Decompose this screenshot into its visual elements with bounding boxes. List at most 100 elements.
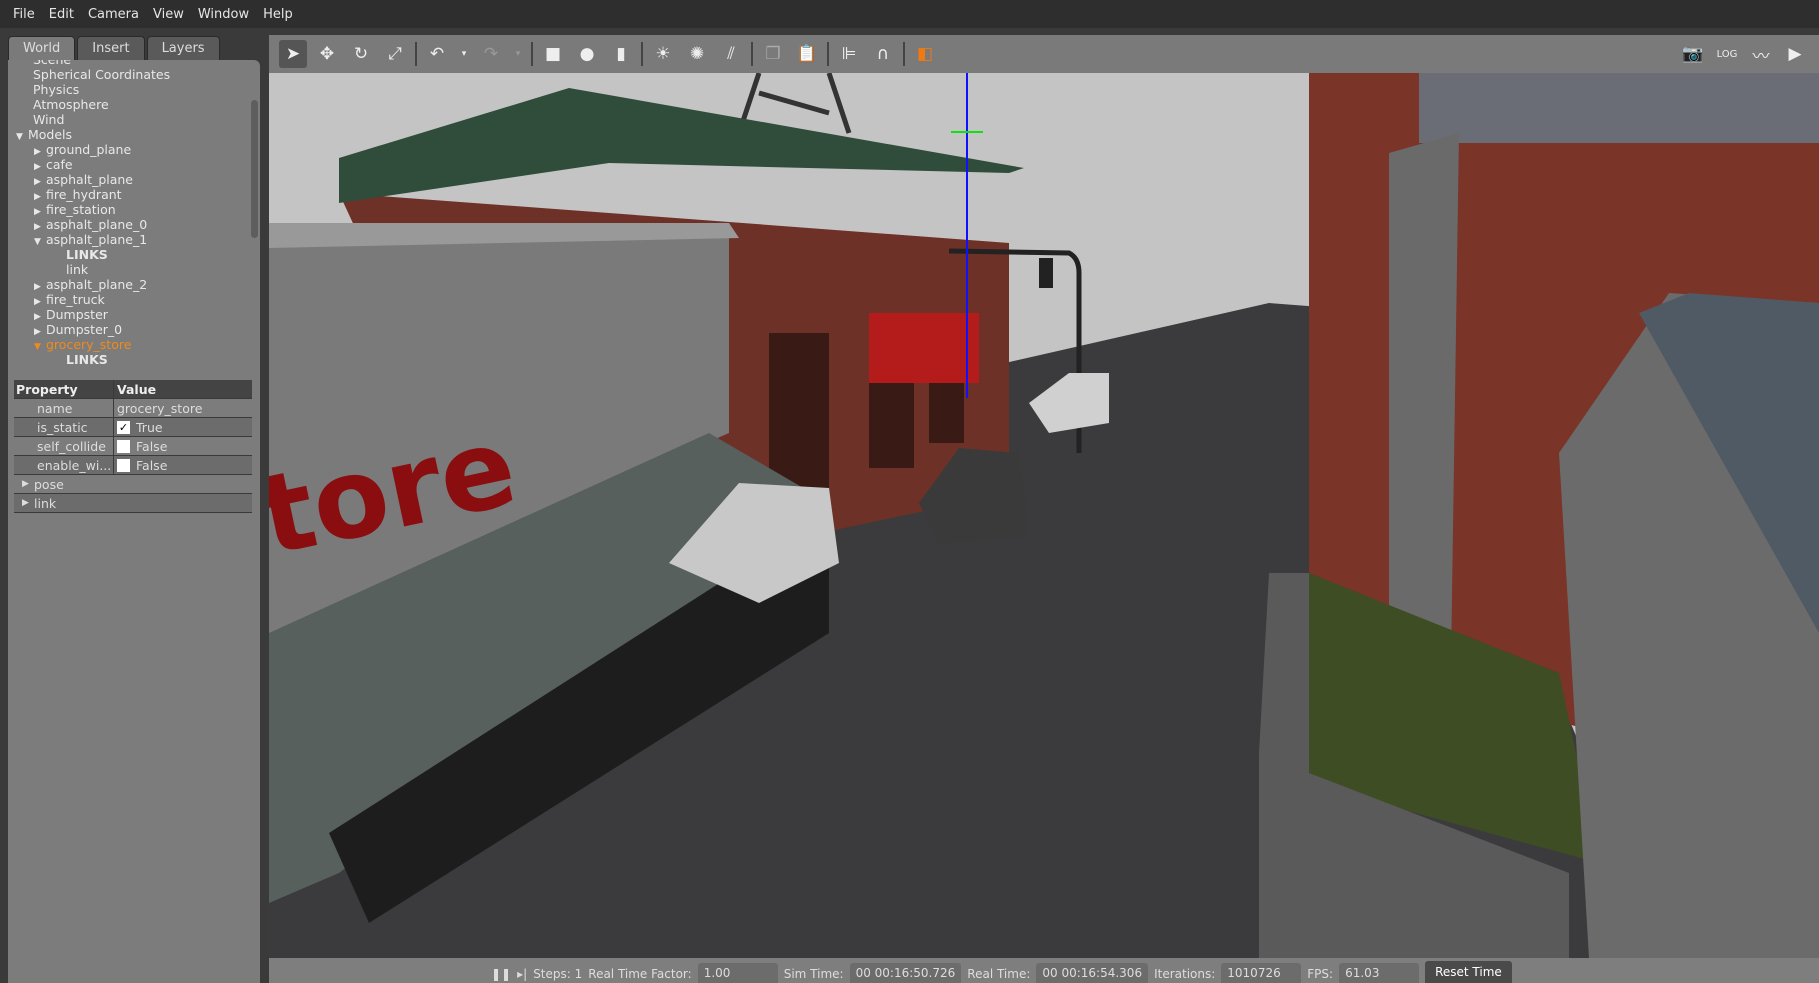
tree-item[interactable]: link bbox=[66, 262, 88, 277]
expand-right-icon[interactable]: ▶ bbox=[34, 282, 46, 292]
tree-item[interactable]: LINKS bbox=[66, 247, 108, 262]
checkbox[interactable] bbox=[117, 458, 130, 472]
expand-right-icon[interactable]: ▶ bbox=[22, 498, 34, 508]
expand-right-icon[interactable]: ▶ bbox=[22, 479, 34, 489]
property-group-link[interactable]: ▶ link bbox=[14, 494, 252, 513]
spot-light-icon[interactable]: ✺ bbox=[683, 40, 711, 68]
expand-right-icon[interactable]: ▶ bbox=[34, 327, 46, 337]
select-arrow-icon[interactable]: ➤ bbox=[279, 40, 307, 68]
tree-item[interactable]: Physics bbox=[33, 82, 79, 97]
property-value[interactable]: grocery_store bbox=[117, 401, 202, 416]
tree-item[interactable]: Atmosphere bbox=[33, 97, 109, 112]
point-light-icon[interactable]: ☀ bbox=[649, 40, 677, 68]
world-tree: SceneSpherical CoordinatesPhysicsAtmosph… bbox=[8, 60, 260, 376]
sim-time-label: Sim Time: bbox=[783, 967, 844, 981]
fps-value: 61.03 bbox=[1339, 963, 1420, 983]
expand-right-icon[interactable]: ▶ bbox=[34, 312, 46, 322]
property-header: Property Value bbox=[14, 380, 252, 399]
expand-down-icon[interactable]: ▼ bbox=[34, 342, 46, 352]
tree-item[interactable]: ▼ asphalt_plane_1 bbox=[34, 232, 147, 247]
property-row: name grocery_store bbox=[14, 399, 252, 418]
tree-item[interactable]: ▶ asphalt_plane_2 bbox=[34, 277, 147, 292]
expand-right-icon[interactable]: ▶ bbox=[34, 297, 46, 307]
box-icon[interactable]: ■ bbox=[539, 40, 567, 68]
tree-item-label: Spherical Coordinates bbox=[33, 67, 171, 82]
tree-item[interactable]: Wind bbox=[33, 112, 64, 127]
menu-file[interactable]: File bbox=[6, 7, 42, 22]
tree-item[interactable]: ▶ asphalt_plane_0 bbox=[34, 217, 147, 232]
plot-icon[interactable]: 〰 bbox=[1747, 40, 1775, 68]
tree-item-label: Atmosphere bbox=[33, 97, 109, 112]
checkbox[interactable] bbox=[117, 439, 130, 453]
rotate-icon[interactable]: ↻ bbox=[347, 40, 375, 68]
expand-right-icon[interactable]: ▶ bbox=[34, 177, 46, 187]
menu-window[interactable]: Window bbox=[191, 7, 256, 22]
tree-item-label: Physics bbox=[33, 82, 80, 97]
menu-edit[interactable]: Edit bbox=[42, 7, 81, 22]
property-value: False bbox=[136, 457, 168, 473]
align-icon[interactable]: ⊫ bbox=[835, 40, 863, 68]
tree-item[interactable]: LINKS bbox=[66, 352, 108, 367]
tab-insert[interactable]: Insert bbox=[77, 36, 145, 60]
undo-dropdown-icon[interactable]: ▾ bbox=[457, 40, 471, 68]
tree-item[interactable]: Scene bbox=[33, 60, 71, 67]
property-key: name bbox=[14, 399, 114, 417]
screenshot-icon[interactable]: 📷 bbox=[1679, 40, 1707, 68]
expand-right-icon[interactable]: ▶ bbox=[34, 162, 46, 172]
directional-light-icon[interactable]: ⫽ bbox=[717, 40, 745, 68]
expand-down-icon[interactable]: ▼ bbox=[34, 237, 46, 247]
copy-icon[interactable]: ❐ bbox=[759, 40, 787, 68]
tree-item[interactable]: ▶ Dumpster_0 bbox=[34, 322, 122, 337]
scale-icon[interactable]: ⤢ bbox=[381, 40, 409, 68]
toolbar-divider bbox=[531, 42, 533, 66]
tree-item-label: ground_plane bbox=[46, 142, 132, 157]
reset-time-button[interactable]: Reset Time bbox=[1425, 961, 1512, 983]
property-row: self_collide False bbox=[14, 437, 252, 456]
expand-right-icon[interactable]: ▶ bbox=[34, 222, 46, 232]
tree-item[interactable]: ▶ cafe bbox=[34, 157, 73, 172]
tree-item-label: link bbox=[66, 262, 89, 277]
toolbar-divider bbox=[903, 42, 905, 66]
cylinder-icon[interactable]: ▮ bbox=[607, 40, 635, 68]
video-icon[interactable]: ▶ bbox=[1781, 40, 1809, 68]
tab-layers[interactable]: Layers bbox=[146, 36, 220, 60]
tree-item[interactable]: ▶ ground_plane bbox=[34, 142, 131, 157]
sphere-icon[interactable]: ● bbox=[573, 40, 601, 68]
tab-world[interactable]: World bbox=[8, 36, 76, 60]
tree-item[interactable]: ▶ fire_station bbox=[34, 202, 116, 217]
menu-camera[interactable]: Camera bbox=[81, 7, 146, 22]
redo-dropdown-icon[interactable]: ▾ bbox=[511, 40, 525, 68]
paste-icon[interactable]: 📋 bbox=[793, 40, 821, 68]
expand-right-icon[interactable]: ▶ bbox=[34, 192, 46, 202]
3d-viewport[interactable]: tore bbox=[269, 73, 1819, 958]
checkbox[interactable]: ✓ bbox=[117, 420, 130, 434]
tree-item[interactable]: Spherical Coordinates bbox=[33, 67, 170, 82]
pause-icon[interactable]: ❚❚ bbox=[491, 967, 511, 983]
tree-item[interactable]: ▶ Dumpster bbox=[34, 307, 108, 322]
value-column-header: Value bbox=[117, 381, 157, 397]
tree-item[interactable]: ▶ fire_hydrant bbox=[34, 187, 122, 202]
tree-item[interactable]: ▶ fire_truck bbox=[34, 292, 105, 307]
property-group-label: link bbox=[34, 495, 57, 511]
step-icon[interactable]: ▸| bbox=[517, 967, 527, 983]
undo-icon[interactable]: ↶ bbox=[423, 40, 451, 68]
tree-item[interactable]: ▼ grocery_store bbox=[34, 337, 131, 352]
menu-help[interactable]: Help bbox=[256, 7, 300, 22]
property-group-pose[interactable]: ▶ pose bbox=[14, 475, 252, 494]
menu-view[interactable]: View bbox=[146, 7, 191, 22]
expand-down-icon[interactable]: ▼ bbox=[16, 132, 28, 142]
tree-item-label: fire_hydrant bbox=[46, 187, 122, 202]
tree-item-label: Models bbox=[28, 127, 73, 142]
view-angle-icon[interactable]: ◧ bbox=[911, 40, 939, 68]
magnet-icon[interactable]: ∩ bbox=[869, 40, 897, 68]
tree-item[interactable]: ▼ Models bbox=[16, 127, 72, 142]
translate-icon[interactable]: ✥ bbox=[313, 40, 341, 68]
tree-item-label: cafe bbox=[46, 157, 73, 172]
log-icon[interactable]: LOG bbox=[1713, 40, 1741, 68]
expand-right-icon[interactable]: ▶ bbox=[34, 207, 46, 217]
expand-right-icon[interactable]: ▶ bbox=[34, 147, 46, 157]
status-bar: ❚❚ ▸| Steps: 1 Real Time Factor: 1.00 Si… bbox=[269, 958, 1819, 983]
redo-icon[interactable]: ↷ bbox=[477, 40, 505, 68]
tree-scrollbar[interactable] bbox=[251, 100, 258, 238]
tree-item[interactable]: ▶ asphalt_plane bbox=[34, 172, 133, 187]
